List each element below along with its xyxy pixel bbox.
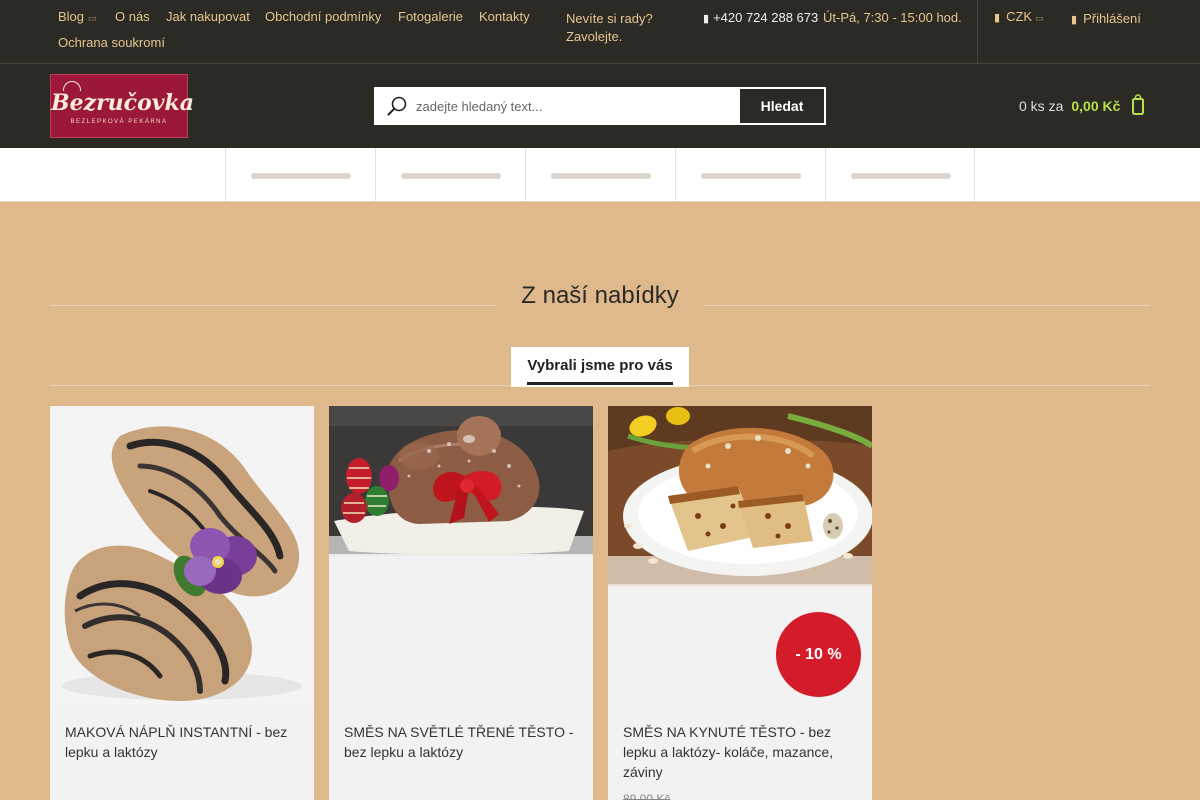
search-form: Hledat	[374, 87, 826, 125]
logo-name: Bezručovka	[51, 90, 195, 116]
discount-badge: - 10 %	[776, 612, 861, 697]
login-link[interactable]: ▮ Přihlášení	[1071, 11, 1141, 26]
site-header: Bezručovka BEZLEPKOVÁ PEKÁRNA Hledat 0 k…	[0, 64, 1200, 148]
loading-placeholder	[551, 173, 651, 179]
nav-link-blog[interactable]: Blog ▭	[58, 9, 97, 24]
search-button[interactable]: Hledat	[740, 89, 824, 123]
section-title: Z naší nabídky	[521, 282, 679, 309]
loading-placeholder	[401, 173, 501, 179]
product-title[interactable]: SMĚS NA SVĚTLÉ TŘENÉ TĚSTO - bez lepku a…	[344, 722, 584, 762]
nav-link-kontakty[interactable]: Kontakty	[479, 9, 530, 24]
user-icon: ▮	[1071, 14, 1078, 26]
currency-icon: ▮	[994, 12, 1001, 24]
currency-selector[interactable]: ▮ CZK ▭	[994, 9, 1044, 24]
cart-price: 0,00 Kč	[1071, 98, 1121, 114]
category-item[interactable]	[825, 148, 975, 201]
loading-placeholder	[701, 173, 801, 179]
phone-link[interactable]: ▮ +420 724 288 673	[703, 10, 818, 25]
currency-label: CZK	[1006, 9, 1033, 24]
product-image[interactable]	[329, 406, 593, 706]
category-item[interactable]	[225, 148, 375, 201]
nav-link-obchodni-podminky[interactable]: Obchodní podmínky	[265, 9, 381, 24]
product-card[interactable]: MAKOVÁ NÁPLŇ INSTANTNÍ - bez lepku a lak…	[50, 406, 314, 800]
chevron-down-icon: ▭	[1035, 13, 1044, 23]
search-input[interactable]	[416, 89, 736, 123]
cart-summary[interactable]: 0 ks za 0,00 Kč	[1019, 98, 1120, 114]
category-item[interactable]	[675, 148, 825, 201]
product-title[interactable]: MAKOVÁ NÁPLŇ INSTANTNÍ - bez lepku a lak…	[65, 722, 305, 762]
search-icon	[387, 96, 407, 116]
original-price: 89,00 Kč	[623, 792, 671, 800]
tab-featured[interactable]: Vybrali jsme pro vás	[511, 347, 689, 387]
category-item[interactable]	[375, 148, 525, 201]
product-card[interactable]: - 10 % SMĚS NA KYNUTÉ TĚSTO - bez lepku …	[608, 406, 872, 800]
cart-count: 0 ks za	[1019, 98, 1064, 114]
loading-placeholder	[851, 173, 951, 179]
site-logo[interactable]: Bezručovka BEZLEPKOVÁ PEKÁRNA	[50, 74, 195, 138]
product-image[interactable]	[50, 406, 314, 706]
logo-tagline: BEZLEPKOVÁ PEKÁRNA	[70, 119, 168, 125]
divider	[977, 0, 978, 63]
product-title[interactable]: SMĚS NA KYNUTÉ TĚSTO - bez lepku a laktó…	[623, 722, 863, 782]
product-card[interactable]: SMĚS NA SVĚTLÉ TŘENÉ TĚSTO - bez lepku a…	[329, 406, 593, 800]
nav-link-ochrana-soukromi[interactable]: Ochrana soukromí	[58, 35, 165, 50]
loading-placeholder	[251, 173, 351, 179]
top-bar: Blog ▭ O nás Jak nakupovat Obchodní podmí…	[0, 0, 1200, 64]
phone-number: +420 724 288 673	[713, 10, 819, 25]
nav-link-fotogalerie[interactable]: Fotogalerie	[398, 9, 463, 24]
tab-underline	[527, 382, 673, 385]
nav-link-o-nas[interactable]: O nás	[115, 9, 150, 24]
category-menu	[0, 148, 1200, 202]
chevron-down-icon: ▭	[88, 13, 97, 23]
category-item[interactable]	[525, 148, 675, 201]
tab-label: Vybrali jsme pro vás	[527, 357, 673, 374]
help-text: Nevíte si rady? Zavolejte.	[566, 11, 653, 44]
nav-link-jak-nakupovat[interactable]: Jak nakupovat	[166, 9, 250, 24]
cart-icon[interactable]	[1131, 94, 1145, 116]
login-label: Přihlášení	[1083, 11, 1141, 26]
opening-hours: Út-Pá, 7:30 - 15:00 hod.	[823, 10, 962, 25]
phone-icon: ▮	[703, 13, 710, 25]
